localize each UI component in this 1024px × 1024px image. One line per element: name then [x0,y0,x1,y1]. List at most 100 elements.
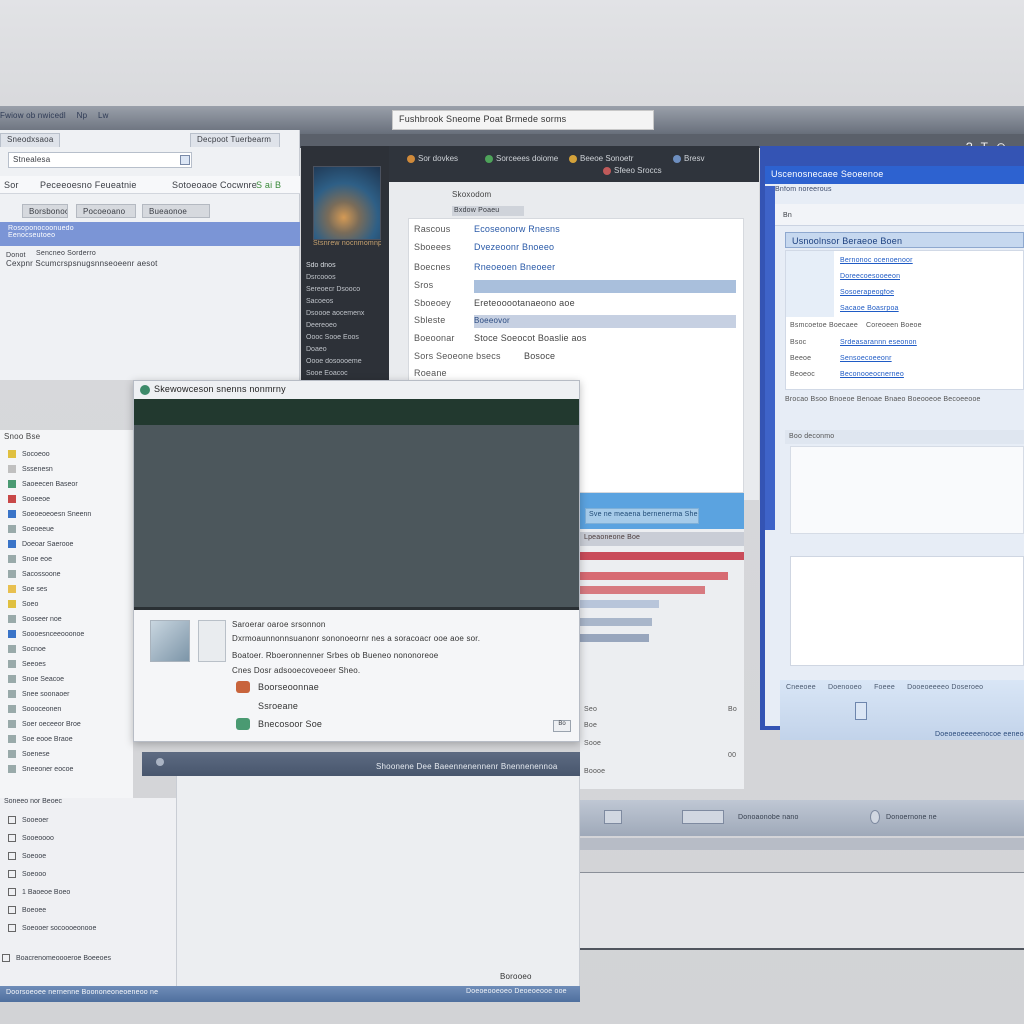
document-icon[interactable] [855,702,867,720]
bottom-strip [580,838,1024,850]
sidebar-item[interactable]: Socnoe [8,645,46,653]
sidebar-item[interactable]: Soe eooe Braoe [8,735,73,743]
circle-icon[interactable] [870,810,880,824]
media-list-item[interactable]: Dsrcooos [306,274,386,286]
list-item[interactable]: Boacrenomeoooeroe Boeeoes [2,954,111,962]
sidebar-item[interactable]: Soooceonen [8,705,61,713]
form-field-bar[interactable] [474,280,736,293]
video-progress-track[interactable] [134,607,579,610]
media-list-item[interactable]: Oooe dosoooeme [306,358,386,370]
sidebar-item[interactable]: Sacossoone [8,570,61,578]
media-thumbnail[interactable] [313,166,381,240]
sidebar-item[interactable]: Saoeecen Baseor [8,480,78,488]
footer-tab[interactable]: Doenooeo [828,684,862,691]
toolbar-button[interactable]: Sfeeo Sroccs [603,166,662,175]
media-list-item[interactable]: Oooc Sooe Eoos [306,334,386,346]
form-value[interactable]: Bosoce [524,351,555,361]
dialog-mini-button[interactable]: Bo [553,720,571,732]
list-item[interactable]: Soeooo [8,870,46,878]
sidebar-item[interactable]: Sooeeoe [8,495,50,503]
sidebar-item[interactable]: Soer oeceeor Broe [8,720,81,728]
taskbar-tray[interactable]: Doeoeooeoeo Deoeoeooe ooe [466,988,567,995]
table-link[interactable]: Sensoecoeeonr [840,355,892,362]
table-link[interactable]: Sosoerapeogfoe [840,289,894,296]
address-bar[interactable]: Fushbrook Sneome Poat Brmede sorms [392,110,654,130]
sub-navigation[interactable]: Bxdow Poaeu [452,206,524,216]
sidebar-item[interactable]: Soeoeoeoesn Sneenn [8,510,91,518]
list-item[interactable]: Sooeoer [8,816,48,824]
top-menu-item[interactable]: Lw [98,111,109,120]
list-item[interactable]: Soneeo nor Beoec [4,798,62,805]
sidebar-item[interactable]: Soooesnceeooonoe [8,630,84,638]
sidebar-item[interactable]: Seeoes [8,660,46,668]
toolbar-button[interactable]: Bresv [673,154,704,163]
media-list-item[interactable]: Doaeo [306,346,386,358]
video-player[interactable] [134,425,579,607]
sidebar-item[interactable]: Soeoeeue [8,525,54,533]
form-value[interactable]: Stoce Soeocot Boaslie aos [474,333,587,343]
selected-list-item[interactable]: Rosoponocoonuedo Eenocseutoeo [0,222,300,246]
footer-tab[interactable]: Cneeoee [786,684,816,691]
sidebar-item[interactable]: Sssenesn [8,465,53,473]
table-link[interactable]: Doreecoesooeeon [840,273,900,280]
table-link[interactable]: Srdeasarannn eseonon [840,339,917,346]
form-value[interactable]: Ereteooootanaeono aoe [474,298,575,308]
footer-link[interactable]: Doeoeoeeeeenocoe eeneo [935,731,1024,738]
sidebar-item[interactable]: Socoeoo [8,450,50,458]
dialog-option[interactable]: Boorseoonnae [236,681,319,693]
media-list-item[interactable]: Dsoooe aocemenx [306,310,386,322]
form-field-bar[interactable] [474,315,736,328]
toolbar-button[interactable]: Beeoe Sonoetr [569,154,633,163]
toolbar-button[interactable]: Sor dovkes [407,154,458,163]
media-list-item[interactable]: Sacoeos [306,298,386,310]
list-item[interactable]: Boeoee [8,906,46,914]
sidebar-item[interactable]: Snoe Seacoe [8,675,64,683]
sidebar-item[interactable]: Soe ses [8,585,47,593]
toolbar-button[interactable]: Sorceees doiome [485,154,558,163]
toolbar-item[interactable]: Sor [4,180,19,190]
document-thumbnail[interactable] [198,620,226,662]
table-link[interactable]: Beconooeocnerneo [840,371,904,378]
breadcrumb[interactable]: Bnfom noreerous [775,186,1024,198]
tab-primary[interactable]: Sneodxsaoa [0,133,60,147]
list-item[interactable]: Sooeoooo [8,834,54,842]
sidebar-item[interactable]: Snoe eoe [8,555,52,563]
toolbar-item[interactable]: S ai B [256,180,281,190]
filter-chip[interactable]: Pocoeoano [76,204,136,218]
table-link[interactable]: Sacaoe Boasrpoa [840,305,899,312]
sidebar-item[interactable]: Sneeoner eocoe [8,765,73,773]
attachment-thumbnail[interactable] [150,620,190,662]
top-menu-item[interactable]: Np [77,111,88,120]
filter-chip[interactable]: Borsbonoc [22,204,68,218]
media-list-item[interactable]: Sereoecr Dsooco [306,286,386,298]
sidebar-item[interactable]: Sooseer noe [8,615,62,623]
list-item[interactable]: Soeooe [8,852,46,860]
sidebar-item[interactable]: Doeoar Saerooe [8,540,73,548]
top-menu-item[interactable]: Fwiow ob nwicedl [0,111,66,120]
sidebar-item[interactable]: Snee soonaoer [8,690,69,698]
toolbar-item[interactable]: Peceeoesno Feueatnie [40,180,137,190]
dialog-option[interactable]: Ssroeane [258,701,298,711]
toolbar-button[interactable] [604,810,622,824]
filter-chip[interactable]: Bueaonoe [142,204,210,218]
sidebar-item[interactable]: Soenese [8,750,50,758]
left-search-input[interactable]: Stnealesa [8,152,192,168]
form-value[interactable]: Dvezeoonr Bnoeeo [474,242,554,252]
toolbar-item[interactable]: Sotoeoaoe Cocwnre [172,180,257,190]
form-value[interactable]: Rneoeoen Bneoeer [474,262,555,272]
search-icon[interactable] [180,155,190,165]
form-value[interactable]: Ecoseonorw Rnesns [474,224,560,234]
footer-tab[interactable]: Foeee [874,684,895,691]
list-item[interactable]: Soeooer socoooeonooe [8,924,96,932]
table-link[interactable]: Bernonoc ocenoenoor [840,257,913,264]
sidebar-item[interactable]: Soeo [8,600,38,608]
toolbar-button[interactable] [682,810,724,824]
footer-tab[interactable]: Dooeoeeeeo Doseroeo [907,684,983,691]
band-input[interactable]: Sve ne meaena bernenerma Sheo [585,508,699,524]
table-header: Usnoolnsor Beraeoe Boen [785,232,1024,248]
media-list-item[interactable]: Deereoeo [306,322,386,334]
list-item[interactable]: 1 Baoeoe Boeo [8,888,70,896]
tab-secondary[interactable]: Decpoot Tuerbearm [190,133,280,147]
right-toolbar[interactable]: Bn [775,204,1024,226]
dialog-option[interactable]: Bnecosoor Soe [236,718,322,730]
